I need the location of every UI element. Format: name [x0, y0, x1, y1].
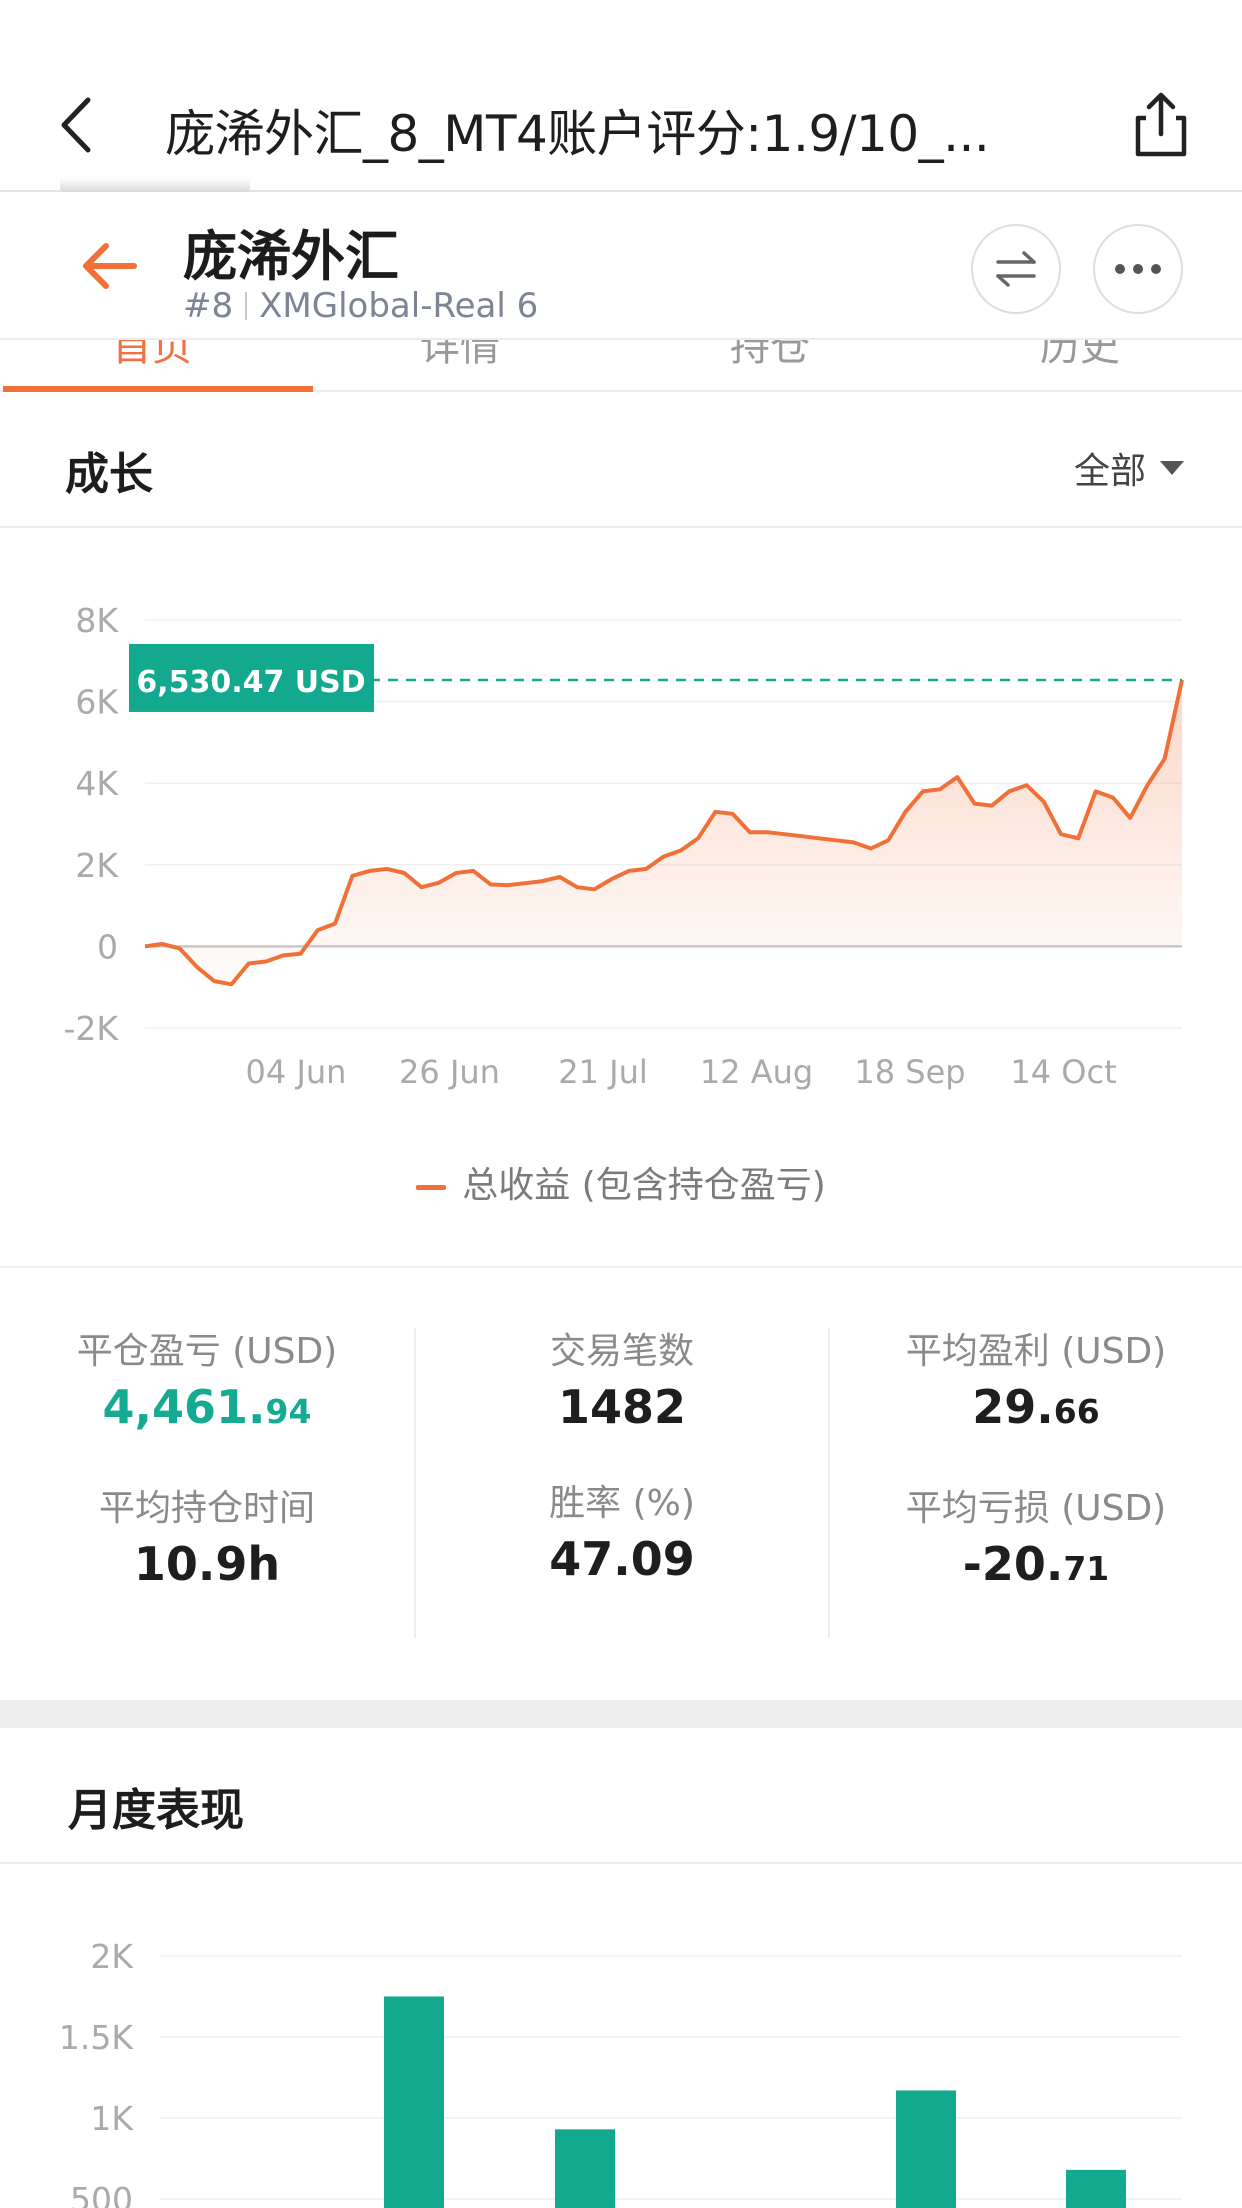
more-button[interactable]: [1093, 224, 1183, 314]
avg-loss-value: -20.71: [830, 1533, 1242, 1600]
section-divider: [0, 1700, 1242, 1728]
stats-column-2: 交易笔数 1482 胜率 (%) 47.09: [414, 1328, 828, 1638]
monthly-bar-chart-svg: 2K 1.5K 1K 500: [59, 1937, 1182, 2208]
y-tick-label: 0: [97, 927, 118, 966]
top-navbar: 庞浠外汇_8_MT4账户评分:1.9/10_...: [0, 0, 1242, 192]
bar-y-tick-label: 500: [70, 2180, 133, 2208]
more-dots-icon: [1115, 264, 1161, 274]
range-dropdown[interactable]: 全部: [1074, 442, 1184, 494]
stats-column-3: 平均盈利 (USD) 29.66 平均亏损 (USD) -20.71: [828, 1328, 1242, 1638]
legend-label: 总收益 (包含持仓盈亏): [462, 1165, 826, 1206]
growth-area: [145, 680, 1182, 985]
avg-profit-dec: 66: [1053, 1392, 1100, 1431]
stats-column-1: 平仓盈亏 (USD) 4,461.94 平均持仓时间 10.9h: [0, 1328, 414, 1638]
x-tick-label: 26 Jun: [399, 1053, 500, 1091]
tab-positions[interactable]: 持仓: [730, 340, 810, 372]
growth-section-header: 成长 全部: [0, 394, 1242, 528]
tab-home[interactable]: 首页: [112, 340, 192, 372]
y-tick-label: 4K: [75, 764, 119, 803]
avg-loss-int: -20.: [962, 1537, 1064, 1591]
stats-panel: 平仓盈亏 (USD) 4,461.94 平均持仓时间 10.9h 交易笔数 14…: [0, 1266, 1242, 1724]
monthly-bar[interactable]: [555, 2129, 615, 2208]
divider: [245, 292, 248, 320]
closed-pnl-value: 4,461.94: [0, 1376, 414, 1443]
bar-y-tick-label: 1.5K: [59, 2018, 134, 2057]
avg-profit-value: 29.66: [830, 1376, 1242, 1443]
account-header: 庞浠外汇 #8 XMGlobal-Real 6: [0, 194, 1242, 340]
monthly-bar-chart[interactable]: 2K 1.5K 1K 500: [0, 1866, 1242, 2208]
account-rank: #8: [183, 286, 234, 326]
closed-pnl-int: 4,461.: [102, 1380, 266, 1434]
growth-chart-svg: 8K 6K 4K 2K 0 -2K 04 Jun 26 Jun 21 Jul 12 Aug 18 …: [63, 601, 1184, 1091]
y-tick-label: 2K: [75, 846, 119, 885]
x-tick-label: 12 Aug: [700, 1053, 813, 1091]
bar-y-tick-label: 1K: [90, 2099, 134, 2138]
back-arrow-icon[interactable]: [80, 236, 140, 296]
monthly-bar[interactable]: [896, 2090, 956, 2208]
monthly-title: 月度表现: [68, 1785, 244, 1836]
x-tick-label: 14 Oct: [1010, 1053, 1116, 1091]
back-chevron-icon[interactable]: [50, 90, 110, 160]
current-value-text: 6,530.47 USD: [136, 665, 365, 700]
caret-down-icon: [1160, 461, 1184, 475]
monthly-bar[interactable]: [1066, 2169, 1126, 2208]
chart-legend: 总收益 (包含持仓盈亏): [0, 1156, 1242, 1208]
win-rate-label: 胜率 (%): [549, 1483, 695, 1524]
swap-icon: [996, 251, 1036, 287]
monthly-bar[interactable]: [384, 1996, 444, 2208]
account-server: XMGlobal-Real 6: [259, 286, 539, 326]
share-icon[interactable]: [1128, 90, 1194, 160]
avg-profit-int: 29.: [972, 1380, 1054, 1434]
range-value: 全部: [1073, 451, 1146, 492]
page-title: 庞浠外汇_8_MT4账户评分:1.9/10_...: [165, 105, 990, 163]
x-tick-label: 04 Jun: [246, 1053, 347, 1091]
x-tick-label: 18 Sep: [854, 1053, 965, 1091]
win-rate-value: 47.09: [549, 1532, 695, 1586]
closed-pnl-label: 平仓盈亏 (USD): [76, 1331, 338, 1372]
monthly-section-header: 月度表现: [0, 1728, 1242, 1864]
bar-y-tick-label: 2K: [90, 1937, 134, 1976]
legend-swatch: [416, 1184, 447, 1190]
active-tab-indicator: [3, 386, 313, 392]
avg-loss-label: 平均亏损 (USD): [905, 1488, 1167, 1529]
switch-account-button[interactable]: [971, 224, 1061, 314]
closed-pnl-dec: 94: [265, 1392, 312, 1431]
account-subtitle: #8 XMGlobal-Real 6: [183, 286, 538, 326]
tab-detail[interactable]: 详情: [420, 340, 500, 372]
avg-profit-label: 平均盈利 (USD): [905, 1331, 1167, 1372]
avg-loss-dec: 71: [1063, 1549, 1110, 1588]
avg-hold-label: 平均持仓时间: [98, 1488, 315, 1529]
growth-title: 成长: [65, 449, 153, 500]
scrolled-content-edge: [60, 178, 260, 192]
trades-value: 1482: [557, 1380, 687, 1434]
avg-hold-value: 10.9h: [133, 1537, 281, 1591]
y-tick-label: -2K: [63, 1009, 119, 1048]
y-tick-label: 8K: [75, 601, 119, 640]
trades-label: 交易笔数: [549, 1331, 694, 1372]
account-name: 庞浠外汇: [183, 225, 399, 288]
tab-history[interactable]: 历史: [1040, 340, 1120, 372]
x-tick-label: 21 Jul: [558, 1053, 648, 1091]
y-tick-label: 6K: [75, 683, 119, 722]
tab-bar: 首页 详情 持仓 历史: [0, 340, 1242, 392]
